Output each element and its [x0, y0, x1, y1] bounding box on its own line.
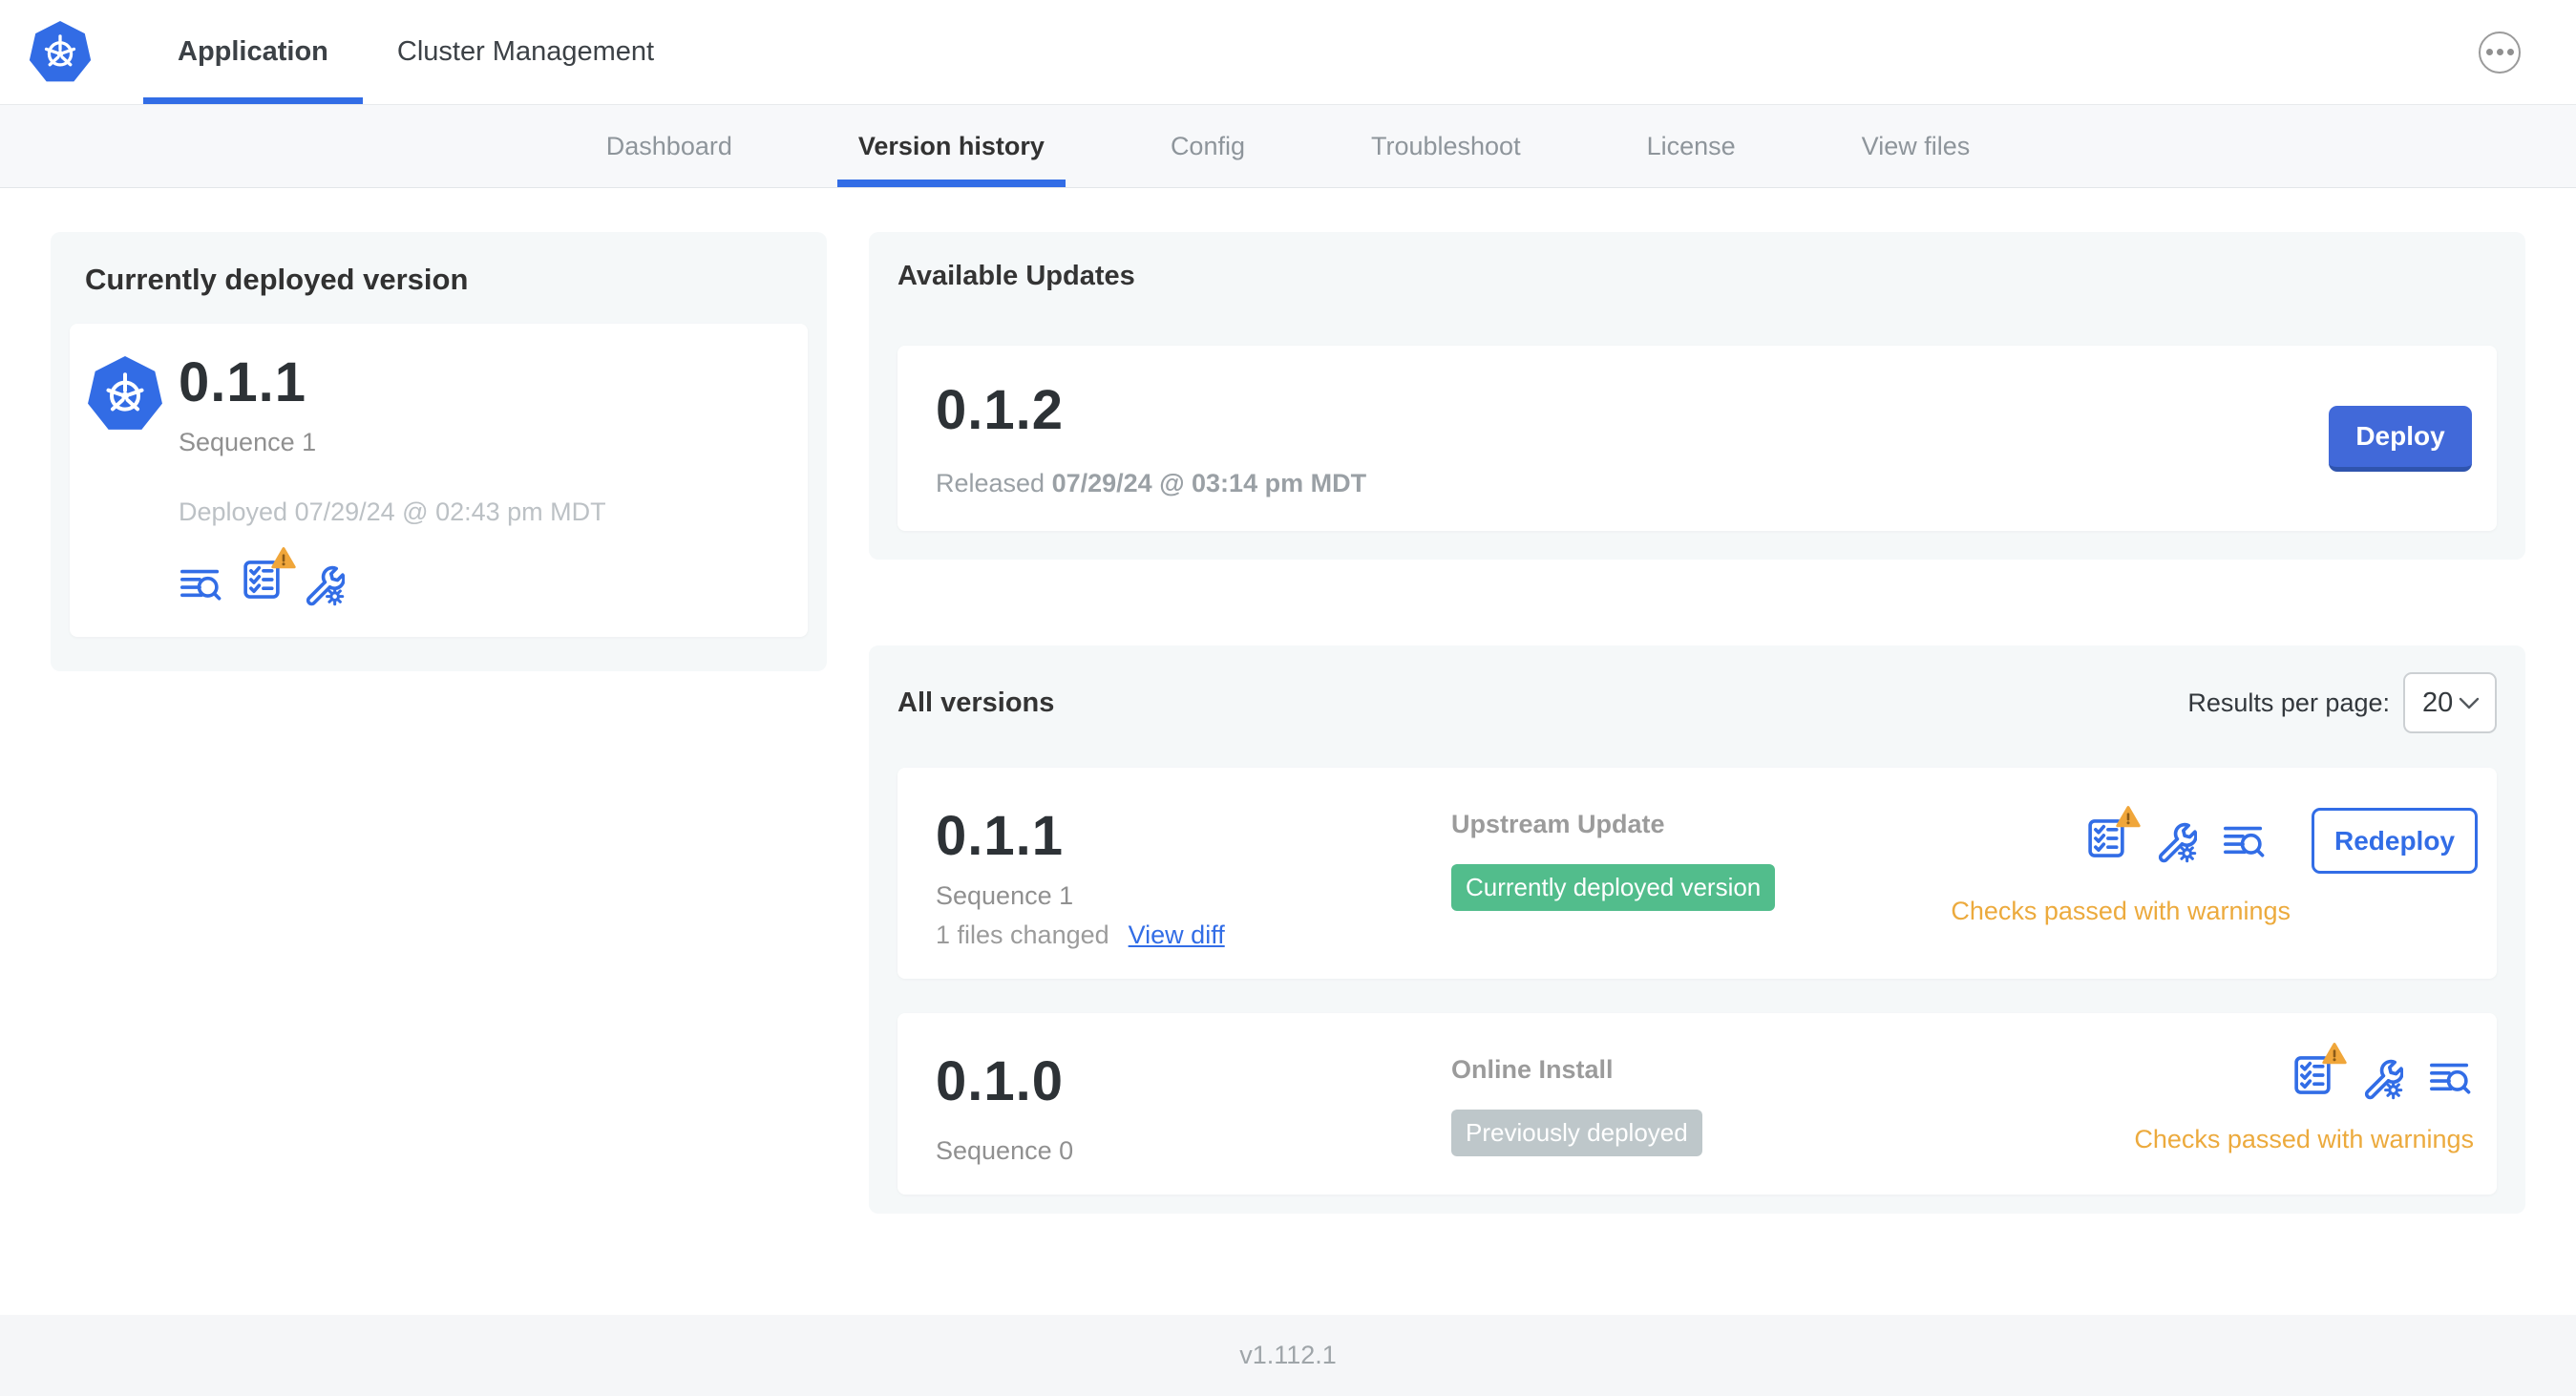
deploy-button[interactable]: Deploy — [2329, 405, 2472, 472]
warning-triangle-icon — [2322, 1042, 2347, 1069]
view-logs-icon[interactable] — [2428, 1056, 2472, 1100]
currently-deployed-card: Currently deployed version 0.1.1 Sequenc… — [51, 232, 827, 671]
overflow-menu-button[interactable] — [2479, 31, 2521, 74]
version-actions: Checks passed with warnings — [2134, 1043, 2478, 1166]
current-version-sequence: Sequence 1 — [179, 428, 317, 456]
preflight-checks-icon[interactable] — [2084, 806, 2141, 865]
current-version-deployed-date: Deployed 07/29/24 @ 02:43 pm MDT — [179, 497, 606, 526]
tab-license[interactable]: License — [1626, 105, 1757, 187]
tab-dashboard[interactable]: Dashboard — [585, 105, 753, 187]
version-info: 0.1.0 Sequence 0 — [936, 1049, 1451, 1166]
update-released-line: Released 07/29/24 @ 03:14 pm MDT — [936, 469, 1366, 498]
available-updates-card: Available Updates 0.1.2 Released 07/29/2… — [869, 232, 2525, 560]
all-versions-header: All versions Results per page: 20 — [897, 672, 2497, 733]
results-per-page-select[interactable]: 20 — [2403, 672, 2497, 733]
warning-triangle-icon — [2116, 805, 2141, 833]
redeploy-button[interactable]: Redeploy — [2312, 808, 2478, 874]
source-label: Upstream Update — [1451, 810, 1665, 838]
version-number: 0.1.1 — [936, 805, 1064, 867]
released-prefix: Released — [936, 469, 1045, 497]
footer: v1.112.1 — [0, 1315, 2576, 1396]
kubernetes-logo-icon — [29, 18, 92, 87]
config-wrench-icon[interactable] — [301, 562, 345, 606]
chevron-down-icon — [2459, 697, 2480, 709]
topbar-tab-cluster-management[interactable]: Cluster Management — [363, 0, 688, 104]
all-versions-title: All versions — [897, 687, 1055, 718]
topbar-tabs: Application Cluster Management — [143, 0, 688, 104]
tab-version-history[interactable]: Version history — [836, 105, 1066, 187]
config-wrench-icon[interactable] — [2359, 1056, 2403, 1100]
kubernetes-logo-icon — [87, 354, 163, 606]
page: Application Cluster Management Dashboard… — [0, 0, 2576, 1396]
warning-triangle-icon — [271, 546, 296, 574]
view-logs-icon[interactable] — [2222, 819, 2266, 863]
version-sequence: Sequence 1 — [936, 881, 1074, 910]
config-wrench-icon[interactable] — [2153, 819, 2197, 863]
topbar: Application Cluster Management — [0, 0, 2576, 105]
actions-line: Redeploy — [2084, 806, 2478, 874]
version-number: 0.1.0 — [936, 1050, 1064, 1112]
currently-deployed-version-card: 0.1.1 Sequence 1 Deployed 07/29/24 @ 02:… — [70, 324, 808, 637]
deployed-status-badge: Currently deployed version — [1451, 864, 1776, 911]
tab-config[interactable]: Config — [1150, 105, 1266, 187]
currently-deployed-title: Currently deployed version — [85, 263, 469, 296]
preflight-checks-icon[interactable] — [240, 547, 296, 606]
preflight-checks-icon[interactable] — [2291, 1043, 2347, 1102]
all-versions-card: All versions Results per page: 20 0.1.1 … — [869, 645, 2525, 1214]
available-updates-title: Available Updates — [897, 261, 1135, 291]
topbar-right — [2479, 0, 2576, 104]
version-source: Upstream Update Currently deployed versi… — [1451, 804, 1951, 950]
checks-status: Checks passed with warnings — [1951, 897, 2291, 925]
version-row-0-1-1: 0.1.1 Sequence 1 1 files changed View di… — [897, 768, 2497, 979]
version-sequence: Sequence 0 — [936, 1136, 1074, 1165]
app-logo — [19, 0, 101, 104]
deployed-status-badge: Previously deployed — [1451, 1110, 1702, 1156]
files-changed-text: 1 files changed — [936, 920, 1109, 949]
version-row-0-1-0: 0.1.0 Sequence 0 Online Install Previous… — [897, 1013, 2497, 1195]
released-date: 07/29/24 @ 03:14 pm MDT — [1051, 469, 1367, 497]
version-actions: Redeploy Checks passed with warnings — [1951, 804, 2478, 950]
current-version-number: 0.1.1 — [179, 351, 306, 413]
source-label: Online Install — [1451, 1055, 1614, 1084]
topbar-tab-application-label: Application — [178, 36, 328, 67]
right-column: Available Updates 0.1.2 Released 07/29/2… — [869, 232, 2525, 1214]
results-per-page: Results per page: 20 — [2187, 672, 2497, 733]
console-version: v1.112.1 — [1239, 1341, 1337, 1369]
update-info: 0.1.2 Released 07/29/24 @ 03:14 pm MDT — [936, 378, 1366, 498]
actions-line — [2291, 1043, 2472, 1102]
checks-status: Checks passed with warnings — [2134, 1125, 2474, 1153]
topbar-tab-application[interactable]: Application — [143, 0, 363, 104]
view-logs-icon[interactable] — [179, 562, 222, 606]
files-changed-line: 1 files changed View diff — [936, 920, 1451, 950]
view-diff-link[interactable]: View diff — [1129, 920, 1225, 950]
current-version-actions — [179, 547, 606, 606]
update-version-number: 0.1.2 — [936, 379, 1064, 441]
content: Currently deployed version 0.1.1 Sequenc… — [0, 188, 2576, 1315]
left-column: Currently deployed version 0.1.1 Sequenc… — [51, 232, 827, 671]
tab-view-files[interactable]: View files — [1841, 105, 1992, 187]
subnav: Dashboard Version history Config Trouble… — [0, 105, 2576, 188]
version-source: Online Install Previously deployed — [1451, 1049, 2134, 1166]
tab-troubleshoot[interactable]: Troubleshoot — [1350, 105, 1542, 187]
update-row: 0.1.2 Released 07/29/24 @ 03:14 pm MDT D… — [897, 346, 2497, 531]
ellipsis-icon — [2485, 49, 2493, 55]
version-info: 0.1.1 Sequence 1 1 files changed View di… — [936, 804, 1451, 950]
current-version-body: 0.1.1 Sequence 1 Deployed 07/29/24 @ 02:… — [179, 350, 606, 606]
results-per-page-value: 20 — [2422, 687, 2454, 718]
topbar-tab-cluster-management-label: Cluster Management — [396, 36, 655, 67]
results-per-page-label: Results per page: — [2187, 687, 2390, 717]
